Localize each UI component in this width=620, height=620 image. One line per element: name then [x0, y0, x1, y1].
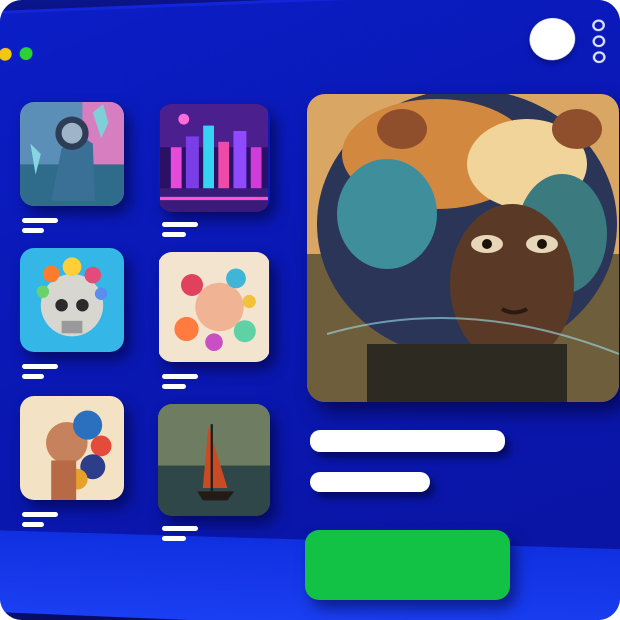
floral-portrait-artwork [158, 252, 270, 362]
hero-artwork[interactable] [307, 94, 619, 402]
thumb-subtitle-placeholder [162, 384, 186, 389]
gallery-thumb-floral-bust[interactable] [20, 396, 124, 500]
gallery-thumb-sailboat[interactable] [158, 404, 270, 516]
thumb-subtitle-placeholder [22, 374, 44, 379]
user-avatar[interactable] [529, 17, 575, 61]
floral-bust-artwork [20, 396, 124, 500]
thumb-title-placeholder [162, 374, 198, 379]
astronaut-artwork [20, 102, 124, 206]
thumb-title-placeholder [22, 218, 58, 223]
app-stage [0, 0, 620, 620]
thumb-title-placeholder [162, 526, 198, 531]
neon-city-artwork [158, 104, 270, 212]
floral-skull-artwork [20, 248, 124, 352]
sailboat-artwork [158, 404, 270, 516]
thumb-subtitle-placeholder [162, 232, 186, 237]
gallery-thumb-floral-skull[interactable] [20, 248, 124, 352]
thumb-subtitle-placeholder [162, 536, 186, 541]
gallery-thumb-floral-portrait[interactable] [158, 252, 270, 362]
gallery-thumb-neon-city[interactable] [158, 104, 270, 212]
primary-action-button[interactable] [305, 530, 510, 600]
maximize-window-button[interactable] [20, 47, 33, 60]
title-placeholder [310, 430, 505, 452]
gallery-thumb-astronaut[interactable] [20, 102, 124, 206]
afro-portrait-artwork [307, 94, 619, 402]
thumb-subtitle-placeholder [22, 522, 44, 527]
more-options-icon[interactable] [591, 19, 606, 60]
thumb-title-placeholder [162, 222, 198, 227]
thumb-subtitle-placeholder [22, 228, 44, 233]
thumb-title-placeholder [22, 512, 58, 517]
subtitle-placeholder [310, 472, 430, 492]
minimize-window-button[interactable] [0, 48, 12, 61]
thumb-title-placeholder [22, 364, 58, 369]
